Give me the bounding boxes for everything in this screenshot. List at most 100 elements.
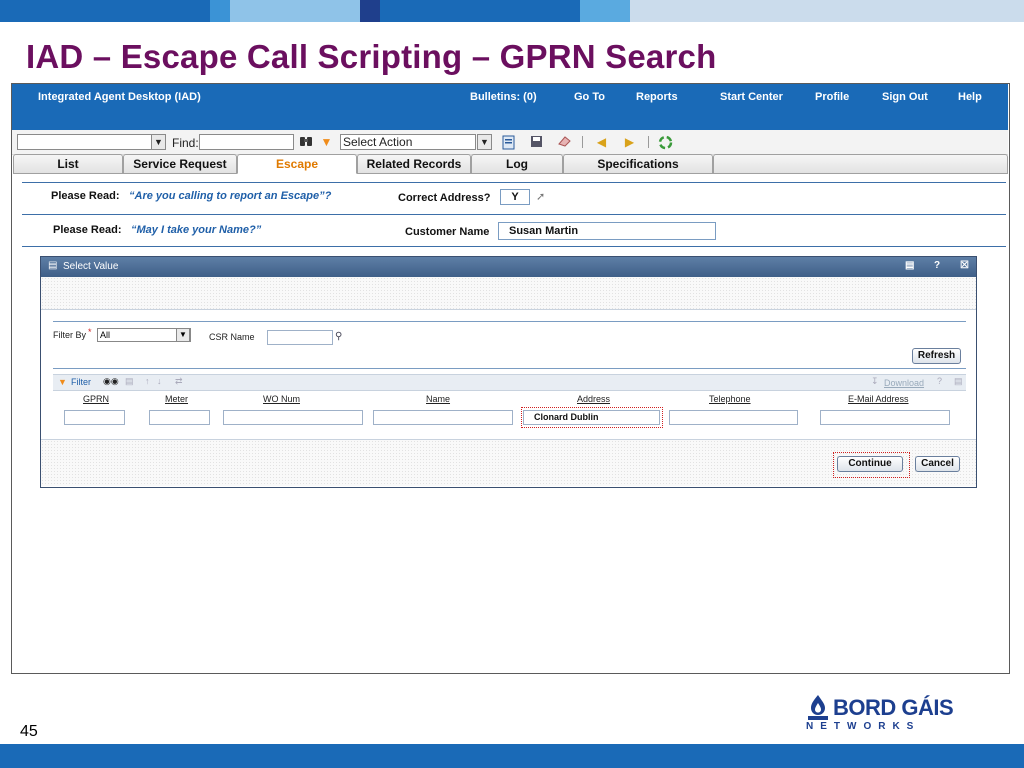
divider <box>53 321 966 322</box>
slide-title: IAD – Escape Call Scripting – GPRN Searc… <box>26 38 717 75</box>
filter-meter-input[interactable] <box>149 410 210 425</box>
customer-name-field[interactable]: Susan Martin <box>498 222 716 240</box>
top-stripe-4 <box>360 0 380 22</box>
filter-telephone-input[interactable] <box>669 410 798 425</box>
help-icon[interactable]: ? <box>937 376 942 386</box>
please-read-label: Please Read: <box>51 190 120 202</box>
csr-name-label: CSR Name <box>209 332 255 342</box>
minimize-icon[interactable]: ▤ <box>905 260 914 271</box>
divider <box>53 368 966 369</box>
filter-gprn-input[interactable] <box>64 410 125 425</box>
top-stripe-6 <box>580 0 630 22</box>
binoculars-icon[interactable] <box>298 135 313 150</box>
correct-address-label: Correct Address? <box>398 192 491 204</box>
arrow-down-icon[interactable]: ↓ <box>157 376 162 386</box>
arrows-icon[interactable]: ⇄ <box>175 376 183 387</box>
column-header-email-address[interactable]: E-Mail Address <box>848 394 909 404</box>
find-input[interactable] <box>199 134 294 150</box>
nav-help[interactable]: Help <box>958 91 982 103</box>
nav-profile[interactable]: Profile <box>815 91 849 103</box>
next-icon[interactable]: ▶ <box>622 135 637 150</box>
filter-address-input[interactable]: Clonard Dublin <box>523 410 660 425</box>
filter-wo-num-input[interactable] <box>223 410 363 425</box>
tab-related-records[interactable]: Related Records <box>357 154 471 174</box>
column-header-meter[interactable]: Meter <box>165 394 188 404</box>
tab-empty <box>713 154 1008 174</box>
nav-bulletins[interactable]: Bulletins: (0) <box>470 91 537 103</box>
nav-start-center[interactable]: Start Center <box>720 91 783 103</box>
page-number: 45 <box>20 723 38 740</box>
close-icon[interactable]: ☒ <box>960 260 969 271</box>
save-icon[interactable] <box>529 135 544 150</box>
dialog-icon: ▤ <box>48 260 58 271</box>
toolbar-separator <box>582 136 583 148</box>
cancel-button[interactable]: Cancel <box>915 456 960 472</box>
table-icon[interactable]: ▤ <box>125 376 134 387</box>
select-action-icon: ▼ <box>320 135 333 149</box>
search-icon[interactable]: ⚲ <box>335 331 342 342</box>
logo-text: BORD GÁIS <box>833 695 954 720</box>
record-selector-dropdown[interactable]: ▼ <box>151 134 166 150</box>
toolbar: ▼ Find: ▼ Select Action ▼ ◀ ▶ <box>12 130 1008 155</box>
please-read-label: Please Read: <box>53 224 122 236</box>
column-header-name[interactable]: Name <box>426 394 450 404</box>
tab-escape[interactable]: Escape <box>237 154 357 174</box>
app-name: Integrated Agent Desktop (IAD) <box>38 91 201 103</box>
find-label: Find: <box>172 136 199 150</box>
required-marker: * <box>88 327 92 337</box>
dialog-titlebar: ▤ Select Value ▤ ? ☒ <box>41 257 976 277</box>
record-selector[interactable] <box>17 134 152 150</box>
top-stripe-7 <box>630 0 1024 22</box>
app-header: Integrated Agent Desktop (IAD) Bulletins… <box>12 84 1008 130</box>
customer-name-label: Customer Name <box>405 226 490 238</box>
dialog-header-area <box>41 277 976 309</box>
help-icon[interactable]: ? <box>934 260 940 271</box>
top-stripe-3 <box>230 0 360 22</box>
select-action-chevron-icon[interactable]: ▼ <box>477 134 492 150</box>
toolbar-separator <box>648 136 649 148</box>
footer-bar <box>0 744 1024 768</box>
filter-icon[interactable]: ▼ <box>58 377 67 387</box>
lookup-icon[interactable]: ➚ <box>536 190 545 203</box>
select-value-dialog: ▤ Select Value ▤ ? ☒ Filter By * All ▼ C… <box>40 256 977 488</box>
download-link[interactable]: Download <box>884 378 924 388</box>
correct-address-field[interactable]: Y <box>500 189 530 205</box>
dialog-title: Select Value <box>63 261 119 272</box>
nav-reports[interactable]: Reports <box>636 91 678 103</box>
window-icon[interactable]: ▤ <box>954 376 963 387</box>
top-stripe-2 <box>210 0 230 22</box>
select-action-dropdown[interactable]: Select Action <box>340 134 476 150</box>
filter-email-input[interactable] <box>820 410 950 425</box>
divider <box>41 309 976 310</box>
tab-bar: List Service Request Escape Related Reco… <box>12 154 1008 175</box>
arrow-up-icon[interactable]: ↑ <box>145 376 150 386</box>
clear-icon[interactable] <box>557 135 572 150</box>
continue-button[interactable]: Continue <box>837 456 903 472</box>
tab-list[interactable]: List <box>13 154 123 174</box>
divider <box>22 214 1006 215</box>
top-stripe-5 <box>380 0 580 22</box>
refresh-icon[interactable] <box>658 135 673 150</box>
nav-go-to[interactable]: Go To <box>574 91 605 103</box>
column-header-wo-num[interactable]: WO Num <box>263 394 300 404</box>
divider <box>22 182 1006 183</box>
filter-link[interactable]: Filter <box>71 377 91 387</box>
tab-service-request[interactable]: Service Request <box>123 154 237 174</box>
previous-icon[interactable]: ◀ <box>594 135 609 150</box>
tab-specifications[interactable]: Specifications <box>563 154 713 174</box>
download-icon[interactable]: ↧ <box>871 376 879 387</box>
column-header-gprn[interactable]: GPRN <box>83 394 109 404</box>
new-record-icon[interactable] <box>501 135 516 150</box>
script-prompt-escape: “Are you calling to report an Escape”? <box>129 190 332 202</box>
column-header-address[interactable]: Address <box>577 394 610 404</box>
binoculars-icon[interactable]: ◉◉ <box>103 376 119 387</box>
nav-sign-out[interactable]: Sign Out <box>882 91 928 103</box>
script-prompt-name: “May I take your Name?” <box>131 224 262 236</box>
csr-name-input[interactable] <box>267 330 333 345</box>
tab-log[interactable]: Log <box>471 154 563 174</box>
refresh-button[interactable]: Refresh <box>912 348 961 364</box>
filter-name-input[interactable] <box>373 410 513 425</box>
divider <box>22 246 1006 247</box>
chevron-down-icon[interactable]: ▼ <box>176 328 190 342</box>
column-header-telephone[interactable]: Telephone <box>709 394 751 404</box>
